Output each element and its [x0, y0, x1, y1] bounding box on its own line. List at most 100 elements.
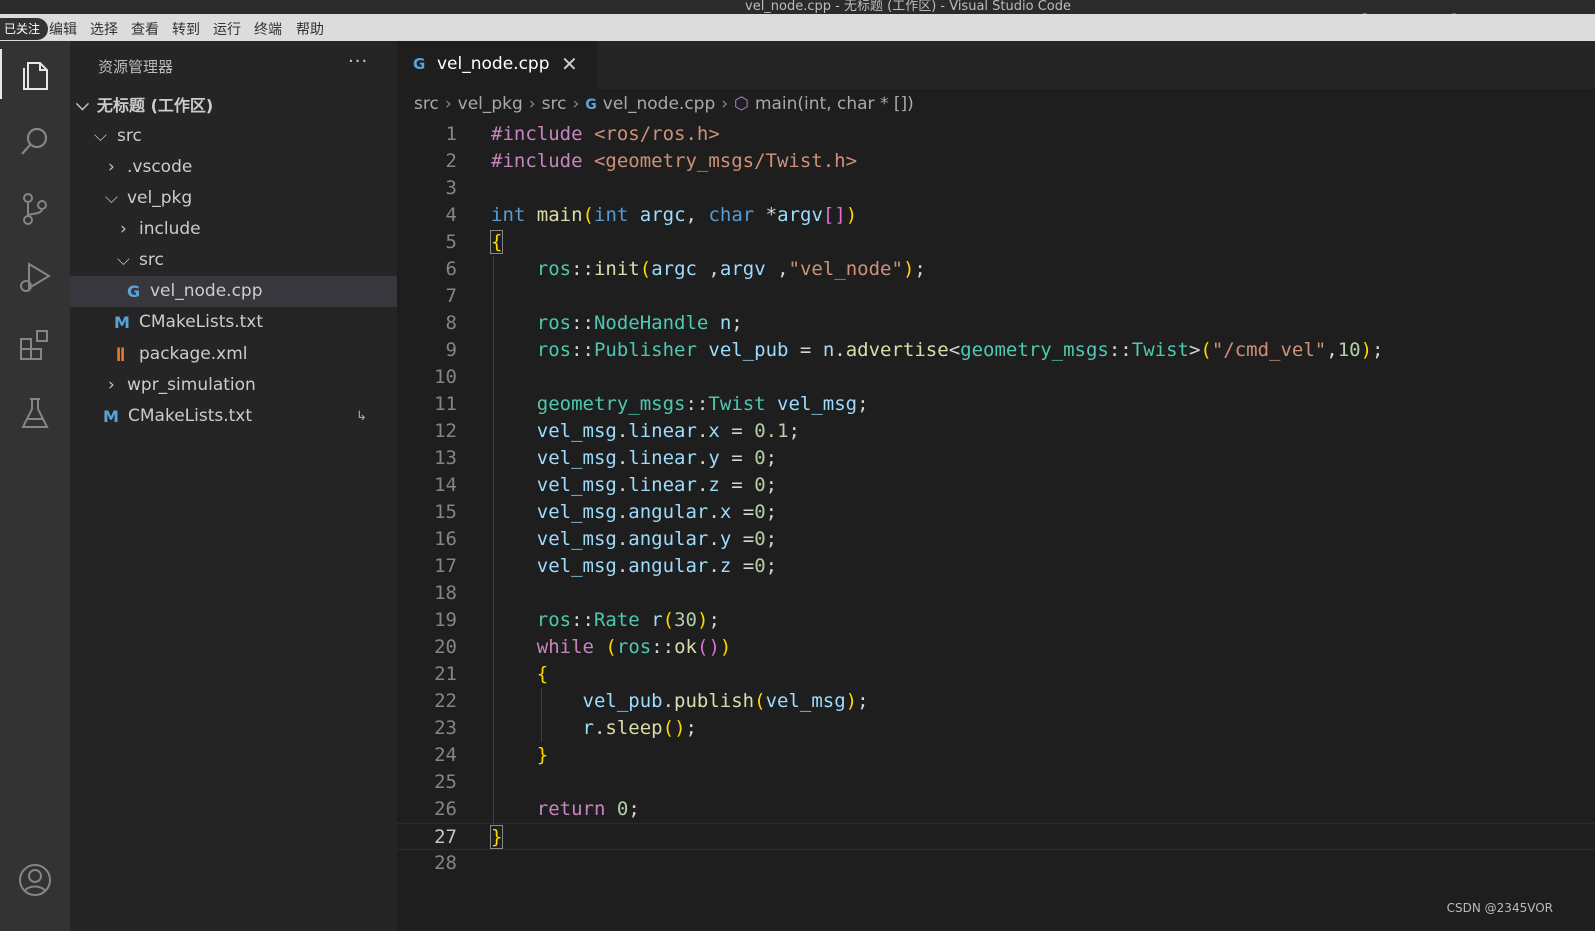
code-line[interactable]: 10 [397, 364, 1595, 391]
menu-selection[interactable]: 选择 [90, 19, 118, 39]
code-line[interactable]: 7 [397, 283, 1595, 310]
tree-item-wpr-simulation[interactable]: › wpr_simulation [70, 370, 397, 401]
chevron-right-icon: › [108, 157, 115, 177]
breadcrumb-item[interactable]: vel_pkg [458, 94, 523, 114]
code-line[interactable]: 16 vel_msg.angular.y =0; [397, 526, 1595, 553]
editor-area: G vel_node.cpp ✕ src › vel_pkg › src › Gvel_no… [397, 41, 1595, 931]
line-number: 16 [434, 528, 457, 550]
code-text: { [536, 663, 549, 685]
tree-item-package-xml[interactable]: ǁ package.xml [70, 339, 397, 370]
menu-view[interactable]: 查看 [131, 19, 159, 39]
breadcrumb: src › vel_pkg › src › Gvel_node.cpp › ⬡ main(int,… [414, 94, 914, 118]
breadcrumb-item[interactable]: src [414, 94, 439, 114]
code-text: while (ros::ok()) [536, 636, 732, 658]
code-line[interactable]: 22 vel_pub.publish(vel_msg); [397, 688, 1595, 715]
code-line[interactable]: 9 ros::Publisher vel_pub = n.advertise<g… [397, 337, 1595, 364]
indent-guide [541, 688, 542, 742]
code-text: vel_msg.angular.y =0; [536, 528, 778, 550]
activity-bar [0, 41, 70, 931]
code-text: #include <ros/ros.h> [491, 123, 720, 145]
run-debug-icon[interactable] [15, 257, 55, 297]
code-line[interactable]: 13 vel_msg.linear.y = 0; [397, 445, 1595, 472]
line-number: 14 [434, 474, 457, 496]
line-number: 7 [445, 285, 457, 307]
code-line[interactable]: 5{ [397, 229, 1595, 256]
code-line[interactable]: 24 } [397, 742, 1595, 769]
line-number: 11 [434, 393, 457, 415]
source-control-icon[interactable] [15, 189, 55, 229]
follow-badge[interactable]: 已关注 [0, 18, 48, 40]
breadcrumb-item[interactable]: main(int, char * []) [755, 94, 914, 114]
tree-item-label: src [117, 126, 142, 146]
testing-icon[interactable] [15, 393, 55, 433]
menu-terminal[interactable]: 终端 [254, 19, 282, 39]
tree-item-vscode[interactable]: › .vscode [70, 152, 397, 183]
code-line[interactable]: 28 [397, 850, 1595, 877]
code-line[interactable]: 11 geometry_msgs::Twist vel_msg; [397, 391, 1595, 418]
code-line[interactable]: 20 while (ros::ok()) [397, 634, 1595, 661]
chevron-right-icon: › [444, 94, 452, 114]
indent-guide [493, 256, 494, 823]
line-number: 20 [434, 636, 457, 658]
tree-item-label: .vscode [127, 157, 193, 177]
symlink-icon: ↳ [356, 409, 367, 424]
code-line[interactable]: 27} [397, 823, 1595, 850]
menu-run[interactable]: 运行 [213, 19, 241, 39]
code-line[interactable]: 23 r.sleep(); [397, 715, 1595, 742]
close-icon[interactable]: ✕ [561, 52, 578, 76]
line-number: 2 [445, 150, 457, 172]
more-actions-icon[interactable]: ··· [348, 51, 368, 72]
code-line[interactable]: 4 int main(int argc, char *argv[]) [397, 202, 1595, 229]
account-icon[interactable] [15, 860, 55, 900]
tree-item-vel-pkg[interactable]: ⌵ vel_pkg [70, 183, 397, 214]
extensions-icon[interactable] [15, 325, 55, 365]
tree-item-include[interactable]: › include [70, 214, 397, 245]
files-icon[interactable] [15, 54, 55, 94]
code-line[interactable]: 21 { [397, 661, 1595, 688]
line-number: 18 [434, 582, 457, 604]
breadcrumb-item[interactable]: vel_node.cpp [603, 94, 716, 114]
menu-edit[interactable]: 编辑 [49, 19, 77, 39]
code-line[interactable]: 1 #include <ros/ros.h> [397, 121, 1595, 148]
code-line[interactable]: 17 vel_msg.angular.z =0; [397, 553, 1595, 580]
tree-item-cmakelists-root[interactable]: M CMakeLists.txt ↳ [70, 401, 397, 432]
breadcrumb-item[interactable]: src [542, 94, 567, 114]
code-text: ros::init(argc ,argv ,"vel_node"); [536, 258, 926, 280]
line-number: 21 [434, 663, 457, 685]
code-line[interactable]: 18 [397, 580, 1595, 607]
code-line[interactable]: 2 #include <geometry_msgs/Twist.h> [397, 148, 1595, 175]
code-line[interactable]: 19 ros::Rate r(30); [397, 607, 1595, 634]
code-line[interactable]: 8 ros::NodeHandle n; [397, 310, 1595, 337]
code-text: vel_msg.linear.y = 0; [536, 447, 778, 469]
code-text: vel_msg.angular.x =0; [536, 501, 778, 523]
line-number: 1 [445, 123, 457, 145]
line-number: 27 [434, 826, 457, 848]
tab-bar: G vel_node.cpp ✕ [397, 41, 1595, 89]
code-line[interactable]: 6 ros::init(argc ,argv ,"vel_node"); [397, 256, 1595, 283]
code-text: ros::NodeHandle n; [536, 312, 743, 334]
menu-go[interactable]: 转到 [172, 19, 200, 39]
code-line[interactable]: 14 vel_msg.linear.z = 0; [397, 472, 1595, 499]
tree-item-label: vel_node.cpp [150, 281, 263, 301]
tab-vel-node-cpp[interactable]: G vel_node.cpp ✕ [397, 41, 597, 89]
window-title: vel_node.cpp - 无标题 (工作区) - Visual Studio… [745, 0, 1071, 14]
tree-item-src-inner[interactable]: ⌵ src [70, 245, 397, 276]
code-line[interactable]: 26 return 0; [397, 796, 1595, 823]
code-line[interactable]: 25 [397, 769, 1595, 796]
line-number: 6 [445, 258, 457, 280]
code-line[interactable]: 15 vel_msg.angular.x =0; [397, 499, 1595, 526]
tree-item-workspace[interactable]: ⌵ 无标题 (工作区) [70, 90, 397, 121]
method-cube-icon: ⬡ [734, 94, 749, 114]
code-line[interactable]: 3 [397, 175, 1595, 202]
line-number: 5 [445, 231, 457, 253]
tree-item-src[interactable]: ⌵ src [70, 121, 397, 152]
cmake-file-icon: M [103, 407, 119, 426]
tree-item-vel-node-cpp[interactable]: G vel_node.cpp [70, 276, 397, 307]
chevron-down-icon: ⌵ [117, 250, 130, 270]
code-line[interactable]: 12 vel_msg.linear.x = 0.1; [397, 418, 1595, 445]
code-text: } [489, 825, 504, 849]
active-indicator [0, 49, 2, 99]
tree-item-cmakelists-pkg[interactable]: M CMakeLists.txt [70, 307, 397, 338]
menu-help[interactable]: 帮助 [296, 19, 324, 39]
search-icon[interactable] [15, 121, 55, 161]
